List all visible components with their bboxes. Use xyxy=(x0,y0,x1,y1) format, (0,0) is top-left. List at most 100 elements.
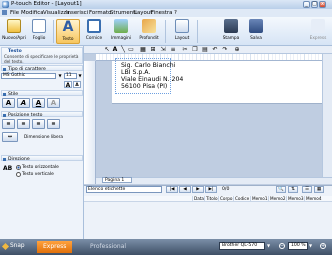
next-record-button[interactable]: ▶ xyxy=(192,186,204,193)
align-right-icon[interactable]: ≡ xyxy=(32,119,45,129)
menu-file[interactable]: File xyxy=(10,10,19,16)
save-button[interactable]: Salva xyxy=(245,19,267,44)
copy-icon[interactable]: ❐ xyxy=(192,47,198,53)
professional-mode-tab[interactable]: Professional xyxy=(84,241,132,253)
express-mode-button[interactable]: Express xyxy=(305,19,331,44)
zoom-in-icon[interactable]: + xyxy=(320,243,326,249)
title-bar: P-touch Editor - [Layout1] _ □ x xyxy=(0,0,332,9)
horizontal-radio[interactable] xyxy=(16,165,21,170)
column-code[interactable]: Codice xyxy=(233,196,249,202)
menu-insert[interactable]: Inserisci xyxy=(66,10,88,16)
label-text-object[interactable]: Sig. Carlo Bianchi LBI S.p.A. Viale Eina… xyxy=(121,62,183,90)
zoom-dropdown-arrow-icon[interactable]: ▼ xyxy=(309,242,315,250)
menu-format[interactable]: Formato xyxy=(89,10,111,16)
zoom-icon[interactable]: ⊕ xyxy=(234,47,240,53)
size-dropdown-arrow-icon[interactable]: ▼ xyxy=(77,73,83,79)
menu-layout[interactable]: Layout xyxy=(134,10,152,16)
undo-icon[interactable]: ↶ xyxy=(212,47,218,53)
column-body[interactable]: Corpo xyxy=(218,196,232,202)
image-icon xyxy=(114,19,128,33)
font-size-select[interactable]: 11 xyxy=(64,73,77,79)
align-section-header[interactable]: Posizione testo xyxy=(1,111,83,118)
shape-tool-icon[interactable]: ▭ xyxy=(128,47,134,53)
snap-mode-button[interactable]: Snap xyxy=(10,243,25,249)
new-open-button[interactable]: Nuovo/Apri xyxy=(2,19,26,44)
font-shrink-button[interactable]: A xyxy=(73,81,81,88)
list-view-icon[interactable]: ☰ xyxy=(302,186,312,193)
close-button[interactable]: x xyxy=(319,1,326,8)
pointer-icon[interactable]: ↖ xyxy=(104,47,110,53)
label-line-name: Sig. Carlo Bianchi xyxy=(121,62,176,69)
bold-button[interactable]: A xyxy=(2,98,15,108)
vertical-radio[interactable] xyxy=(16,172,21,177)
direction-prefix: AB xyxy=(3,165,13,172)
style-section-header[interactable]: Stile xyxy=(1,90,83,97)
font-dropdown-arrow-icon[interactable]: ▼ xyxy=(57,73,63,79)
column-title[interactable]: Titolo xyxy=(204,196,218,202)
filter-icon[interactable]: ⇅ xyxy=(288,186,298,193)
column-memo4[interactable]: Memo4 xyxy=(304,196,322,202)
line-tool-icon[interactable]: ╲ xyxy=(120,47,126,53)
maximize-button[interactable]: □ xyxy=(311,1,318,8)
profile-button[interactable]: Profondit xyxy=(136,19,162,44)
vertical-ruler xyxy=(84,61,96,184)
folder-icon xyxy=(7,19,21,33)
menu-bar: File Modifica Visualizza Inserisci Forma… xyxy=(0,9,332,17)
zoom-out-icon[interactable]: − xyxy=(279,243,285,249)
align-center-icon[interactable]: ≡ xyxy=(17,119,30,129)
last-record-button[interactable]: ▶| xyxy=(205,186,217,193)
align-left-icon[interactable]: ≡ xyxy=(2,119,15,129)
paper-icon xyxy=(32,19,46,33)
menu-window[interactable]: Finestra xyxy=(151,10,172,16)
underline-button[interactable]: A xyxy=(32,98,45,108)
column-memo1[interactable]: Memo1 xyxy=(250,196,268,202)
frame-button[interactable]: Cornice xyxy=(82,19,106,44)
page-tab[interactable]: Pagina 1 xyxy=(102,177,132,183)
arrow-tool-icon[interactable]: ⇲ xyxy=(160,47,166,53)
italic-button[interactable]: A xyxy=(17,98,30,108)
first-record-button[interactable]: |◀ xyxy=(166,186,178,193)
redo-icon[interactable]: ↷ xyxy=(222,47,228,53)
print-label: Stampa xyxy=(222,36,240,41)
paste-icon[interactable]: ▤ xyxy=(202,47,208,53)
resize-icon[interactable]: ↔ xyxy=(2,132,18,142)
vertical-scrollbar[interactable] xyxy=(322,54,332,177)
express-mode-tab[interactable]: Express xyxy=(37,241,73,253)
align-tool-icon[interactable]: ≡ xyxy=(170,47,176,53)
table-tool-icon[interactable]: ⊞ xyxy=(150,47,156,53)
style-section-title: Stile xyxy=(8,92,19,97)
menu-edit[interactable]: Modifica xyxy=(21,10,44,16)
paper-button[interactable]: Foglio xyxy=(28,19,50,44)
cut-icon[interactable]: ✂ xyxy=(182,47,188,53)
grid-view-icon[interactable]: ▦ xyxy=(314,186,324,193)
image-button[interactable]: Immagini xyxy=(108,19,134,44)
section-marker-icon xyxy=(3,158,6,161)
menu-tools[interactable]: Strumenti xyxy=(110,10,137,16)
zoom-select[interactable]: 100 % xyxy=(288,242,308,250)
save-label: Salva xyxy=(250,36,262,41)
column-memo2[interactable]: Memo2 xyxy=(268,196,286,202)
prev-record-button[interactable]: ◀ xyxy=(179,186,191,193)
outline-button[interactable]: A xyxy=(47,98,60,108)
menu-help[interactable]: ? xyxy=(174,10,177,16)
minimize-button[interactable]: _ xyxy=(303,1,310,8)
column-date[interactable]: Data xyxy=(192,196,204,202)
profile-label: Profondit xyxy=(139,36,159,41)
label-list-dropdown[interactable]: Elenco etichette xyxy=(86,186,162,193)
text-tool-icon[interactable]: A xyxy=(112,47,118,53)
printer-dropdown-arrow-icon[interactable]: ▼ xyxy=(267,242,273,250)
layout-button[interactable]: Layout xyxy=(170,19,194,44)
direction-section-header[interactable]: Direzione xyxy=(1,155,83,162)
printer-select[interactable]: Brother QL-570 xyxy=(219,242,265,250)
print-button[interactable]: Stampa xyxy=(220,19,242,44)
section-marker-icon xyxy=(3,68,6,71)
font-family-select[interactable]: MS Gothic xyxy=(1,73,56,79)
column-memo3[interactable]: Memo3 xyxy=(286,196,304,202)
search-icon[interactable]: 🔍 xyxy=(276,186,286,193)
font-grow-button[interactable]: A xyxy=(64,81,72,89)
text-button[interactable]: A Testo xyxy=(56,19,80,44)
font-section-header[interactable]: Tipo di carattere xyxy=(1,65,83,72)
grid-tool-icon[interactable]: ▦ xyxy=(140,47,146,53)
dimension-label: Dimensione libera xyxy=(24,135,64,140)
align-justify-icon[interactable]: ≡ xyxy=(47,119,60,129)
